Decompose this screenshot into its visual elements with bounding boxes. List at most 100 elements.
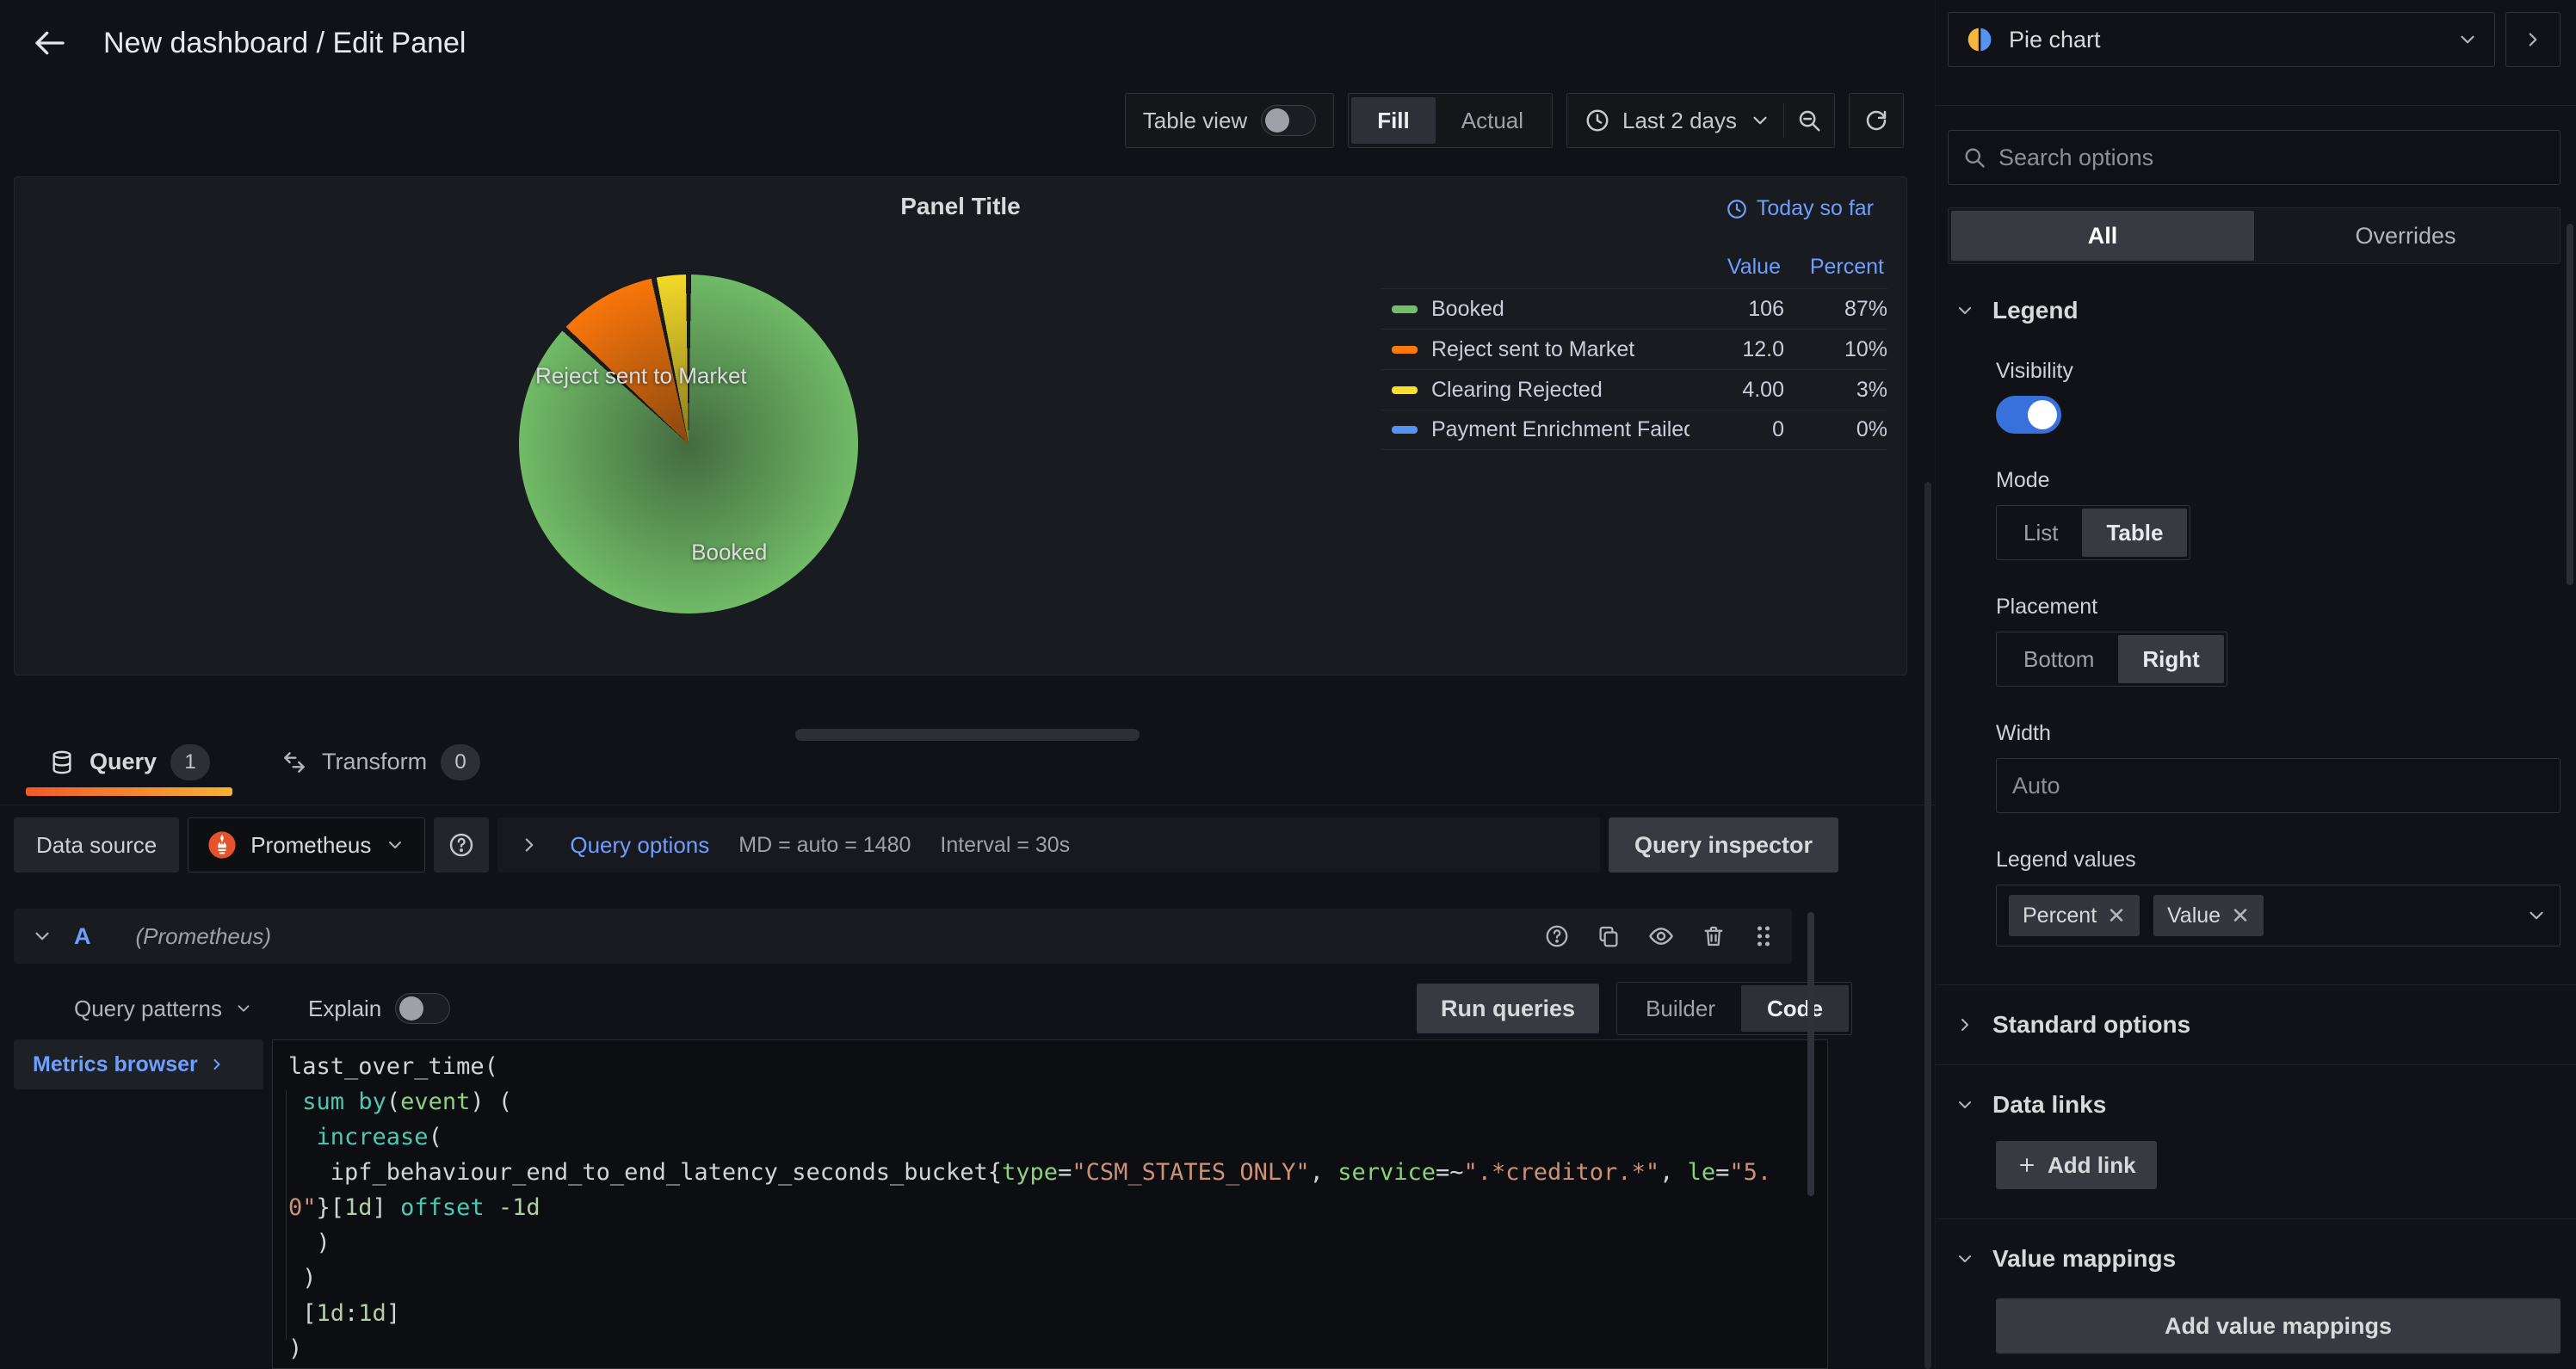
chevron-down-icon (2456, 28, 2479, 51)
visualization-picker[interactable]: Pie chart (1948, 12, 2495, 67)
query-options-link[interactable]: Query options (570, 832, 709, 859)
drag-grip-icon[interactable] (1752, 923, 1775, 949)
mode-field: Mode List Table (1996, 468, 2561, 560)
placement-right-option[interactable]: Right (2118, 635, 2223, 683)
search-placeholder: Search options (1998, 145, 2153, 171)
query-datasource-hint: (Prometheus) (136, 923, 272, 950)
add-link-button[interactable]: Add link (1996, 1141, 2157, 1189)
panel-time-info[interactable]: Today so far (1726, 196, 1874, 221)
builder-option[interactable]: Builder (1620, 985, 1741, 1032)
width-label: Width (1996, 721, 2561, 746)
fill-option[interactable]: Fill (1351, 97, 1436, 144)
section-standard-options[interactable]: Standard options (1936, 1011, 2576, 1039)
chevron-right-icon[interactable] (518, 834, 541, 856)
add-value-mappings-button[interactable]: Add value mappings (1996, 1298, 2561, 1354)
legend-row[interactable]: Clearing Rejected 4.00 3% (1381, 369, 1887, 410)
legend-row[interactable]: Booked 106 87% (1381, 288, 1887, 329)
code-option[interactable]: Code (1741, 985, 1849, 1032)
mode-list-option[interactable]: List (1999, 509, 2082, 557)
datasource-picker[interactable]: Prometheus (188, 817, 425, 873)
top-header: New dashboard / Edit Panel (0, 0, 1935, 86)
query-patterns-dropdown[interactable]: Query patterns (74, 996, 253, 1022)
help-icon[interactable] (1544, 923, 1570, 949)
panel-title[interactable]: Panel Title (15, 193, 1906, 220)
trash-icon[interactable] (1701, 923, 1727, 949)
refresh-button[interactable] (1849, 93, 1904, 148)
tab-all[interactable]: All (1951, 211, 2254, 261)
collapse-chevron-icon[interactable] (31, 925, 53, 947)
table-view-toggle[interactable] (1261, 105, 1316, 136)
tab-query[interactable]: Query 1 (26, 719, 232, 805)
series-swatch (1392, 426, 1418, 434)
actual-option[interactable]: Actual (1436, 97, 1549, 144)
back-arrow-icon[interactable] (26, 19, 74, 67)
clock-icon (1726, 198, 1748, 220)
legend-row[interactable]: Reject sent to Market 12.0 10% (1381, 329, 1887, 369)
sidebar-scrollbar[interactable] (2567, 224, 2573, 585)
section-value-mappings[interactable]: Value mappings (1936, 1245, 2576, 1273)
visualization-name: Pie chart (2009, 27, 2101, 53)
search-icon (1962, 145, 1986, 170)
mode-table-option[interactable]: Table (2082, 509, 2187, 557)
tab-transform[interactable]: Transform 0 (258, 719, 503, 805)
legend-values-select[interactable]: Percent ✕ Value ✕ (1996, 885, 2561, 947)
search-options-input[interactable]: Search options (1948, 130, 2561, 185)
code-editor[interactable]: last_over_time( sum by(event) ( increase… (272, 1039, 1828, 1369)
pie-slice-label-booked: Booked (691, 540, 767, 566)
refresh-icon (1863, 108, 1889, 133)
placement-label: Placement (1996, 595, 2561, 620)
main-scrollbar[interactable] (1924, 482, 1931, 1369)
close-icon[interactable]: ✕ (2231, 903, 2250, 929)
pie-chart: Reject sent to Market Booked (519, 274, 858, 614)
query-count-badge: 1 (170, 744, 210, 780)
options-sidebar: Pie chart Search options All Overrides L… (1935, 0, 2576, 1369)
fill-actual-group: Fill Actual (1348, 93, 1553, 148)
transform-count-badge: 0 (441, 744, 480, 780)
chevron-down-icon[interactable] (2525, 904, 2548, 927)
section-legend[interactable]: Legend (1936, 297, 2576, 324)
legend-values-field: Legend values Percent ✕ Value ✕ (1996, 848, 2561, 947)
sidebar-divider (1936, 1064, 2576, 1065)
chip-percent: Percent ✕ (2009, 895, 2140, 936)
query-scrollbar[interactable] (1807, 912, 1814, 1196)
code-editor-block: Metrics browser last_over_time( sum by(e… (14, 1039, 1852, 1369)
chevron-right-icon (208, 1056, 225, 1073)
legend-header-percent[interactable]: Percent (1781, 255, 1884, 280)
sidebar-divider (1936, 984, 2576, 985)
eye-icon[interactable] (1647, 922, 1675, 950)
options-filter-tabs: All Overrides (1948, 207, 2561, 264)
query-inspector-button[interactable]: Query inspector (1609, 817, 1838, 873)
visibility-toggle[interactable] (1996, 396, 2061, 434)
mode-group: List Table (1996, 505, 2190, 560)
time-range-label[interactable]: Last 2 days (1622, 108, 1737, 134)
query-row-actions (1544, 922, 1775, 950)
datasource-name: Prometheus (250, 832, 371, 859)
legend-header-value[interactable]: Value (1686, 255, 1781, 280)
explain-toggle[interactable] (395, 993, 450, 1024)
panel-toolbar: Table view Fill Actual Last 2 days (1125, 93, 1904, 148)
collapse-sidebar-button[interactable] (2505, 12, 2561, 67)
legend-row[interactable]: Payment Enrichment Failed 0 0% (1381, 410, 1887, 450)
pie-graphic[interactable] (519, 274, 858, 614)
datasource-help-button[interactable] (434, 817, 489, 873)
code-lines: last_over_time( sum by(event) ( increase… (288, 1049, 1827, 1366)
transform-icon (281, 749, 308, 776)
builder-code-group: Builder Code (1616, 982, 1852, 1035)
width-input[interactable]: Auto (1996, 758, 2561, 813)
series-swatch (1392, 346, 1418, 354)
query-editor-toolbar: Query patterns Explain Run queries Build… (14, 981, 1852, 1036)
tab-overrides[interactable]: Overrides (2254, 211, 2557, 261)
placement-bottom-option[interactable]: Bottom (1999, 635, 2118, 683)
duplicate-icon[interactable] (1596, 923, 1622, 949)
close-icon[interactable]: ✕ (2107, 903, 2126, 929)
legend-header-row: Value Percent (1381, 251, 1887, 288)
query-ref-id[interactable]: A (74, 923, 91, 950)
pie-slice-label-reject: Reject sent to Market (535, 363, 747, 390)
prometheus-icon (207, 830, 237, 860)
zoom-out-icon[interactable] (1796, 108, 1822, 133)
chevron-down-icon[interactable] (1749, 109, 1771, 132)
run-queries-button[interactable]: Run queries (1417, 984, 1599, 1033)
clock-icon (1585, 108, 1610, 133)
metrics-browser-button[interactable]: Metrics browser (14, 1039, 263, 1089)
section-data-links[interactable]: Data links (1936, 1091, 2576, 1119)
